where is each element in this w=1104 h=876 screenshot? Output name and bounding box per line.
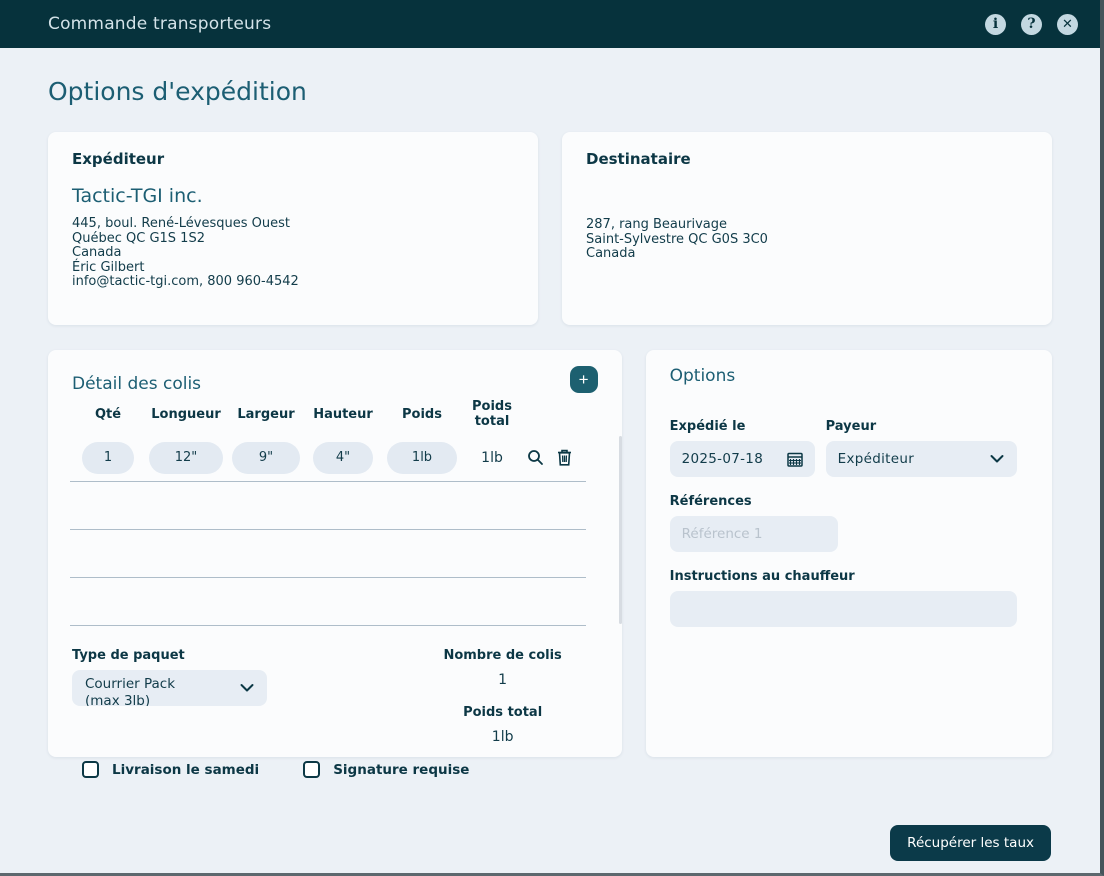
package-type-select[interactable]: Courrier Pack (max 3lb) [72,670,267,706]
column-header-height: Hauteur [306,407,380,422]
page-content: Options d'expédition Expéditeur Tactic-T… [0,77,1100,757]
total-weight-value: 1lb [428,729,578,745]
driver-instructions-group: Instructions au chauffeur [670,569,1028,627]
row-total-weight: 1lb [481,450,503,466]
recipient-card: Destinataire 287, rang Beaurivage Saint-… [562,132,1052,325]
help-icon[interactable]: ? [1021,14,1042,35]
payer-label: Payeur [826,419,1017,434]
address-line: Canada [72,246,514,261]
info-icon[interactable]: i [985,14,1006,35]
driver-instructions-input[interactable] [670,591,1017,627]
shipper-company: Tactic-TGI inc. [72,185,514,207]
column-header-total-weight: Poids total [464,399,520,429]
address-line: info@tactic-tgi.com, 800 960-4542 [72,275,514,290]
date-payer-row: Expédié le 2025-07-18 Payeur Expéditeur [670,419,1028,477]
app-window: Commande transporteurs i ? ✕ Options d'e… [0,0,1104,876]
package-type-value: Courrier Pack (max 3lb) [85,676,213,706]
reference-input[interactable] [670,516,838,552]
references-group: Références [670,494,1028,552]
trash-icon[interactable] [555,449,573,467]
recipient-address: 287, rang Beaurivage Saint-Sylvestre QC … [586,218,1028,262]
address-line: Canada [586,247,1028,262]
options-title: Options [670,366,1028,386]
references-label: Références [670,494,1028,509]
table-row: 1 12" 9" 4" 1lb 1lb [70,434,586,482]
width-input[interactable]: 9" [232,442,300,474]
details-row: Détail des colis + Qté Longueur Largeur … [48,350,1052,757]
table-header-row: Qté Longueur Largeur Hauteur Poids Poids… [70,394,586,434]
driver-instructions-label: Instructions au chauffeur [670,569,1028,584]
options-card: Options Expédié le 2025-07-18 Payeur [646,350,1052,757]
column-header-width: Largeur [226,407,306,422]
address-line: Québec QC G1S 1S2 [72,232,514,247]
saturday-delivery-label: Livraison le samedi [112,762,259,778]
payer-value: Expéditeur [838,451,914,467]
table-row-empty [70,530,586,578]
get-rates-button[interactable]: Récupérer les taux [890,825,1051,861]
address-line: 445, boul. René-Lévesques Ouest [72,217,514,232]
shipper-address: 445, boul. René-Lévesques Ouest Québec Q… [72,217,514,290]
calendar-icon [787,452,803,467]
address-row: Expéditeur Tactic-TGI inc. 445, boul. Re… [48,132,1052,325]
add-package-button[interactable]: + [570,366,598,393]
height-input[interactable]: 4" [313,442,373,474]
chevron-down-icon [240,684,254,693]
address-line: 287, rang Beaurivage [586,218,1028,233]
checkbox-box[interactable] [82,761,99,778]
package-count-label: Nombre de colis [428,648,578,663]
magnifier-icon[interactable] [526,449,544,467]
saturday-delivery-checkbox[interactable]: Livraison le samedi [82,761,259,778]
shipper-card: Expéditeur Tactic-TGI inc. 445, boul. Re… [48,132,538,325]
ship-date-group: Expédié le 2025-07-18 [670,419,826,477]
qty-input[interactable]: 1 [82,442,134,474]
payer-group: Payeur Expéditeur [826,419,1017,477]
table-scrollbar[interactable] [619,436,622,624]
packages-header: Détail des colis + [72,366,598,394]
table-row-empty [70,482,586,530]
packages-title: Détail des colis [72,374,201,394]
address-line: Éric Gilbert [72,261,514,276]
total-weight-label: Poids total [428,705,578,720]
packages-summary: Nombre de colis 1 Poids total 1lb [428,648,578,745]
titlebar: Commande transporteurs i ? ✕ [0,0,1100,48]
table-row-empty [70,578,586,626]
packages-footer: Type de paquet Courrier Pack (max 3lb) N… [72,648,598,745]
package-count-value: 1 [428,672,578,688]
column-header-length: Longueur [146,407,226,422]
page-title: Options d'expédition [48,77,1052,106]
packages-table: Qté Longueur Largeur Hauteur Poids Poids… [70,394,586,626]
package-type-group: Type de paquet Courrier Pack (max 3lb) [72,648,428,745]
window-title: Commande transporteurs [48,14,271,34]
checkbox-box[interactable] [303,761,320,778]
signature-required-label: Signature requise [333,762,469,778]
signature-required-checkbox[interactable]: Signature requise [303,761,469,778]
ship-date-value: 2025-07-18 [682,451,763,467]
ship-date-label: Expédié le [670,419,826,434]
payer-select[interactable]: Expéditeur [826,441,1017,477]
checkbox-row: Livraison le samedi Signature requise [82,761,598,778]
length-input[interactable]: 12" [149,442,223,474]
options-fields: Expédié le 2025-07-18 Payeur Expéditeur [670,419,1028,627]
column-header-qty: Qté [70,407,146,422]
close-icon[interactable]: ✕ [1057,14,1078,35]
recipient-heading: Destinataire [586,150,1028,168]
address-line: Saint-Sylvestre QC G0S 3C0 [586,233,1028,248]
weight-input[interactable]: 1lb [387,442,457,474]
package-type-label: Type de paquet [72,648,428,663]
chevron-down-icon [990,455,1004,464]
shipper-heading: Expéditeur [72,150,514,168]
packages-card: Détail des colis + Qté Longueur Largeur … [48,350,622,757]
ship-date-input[interactable]: 2025-07-18 [670,441,815,477]
column-header-weight: Poids [380,407,464,422]
